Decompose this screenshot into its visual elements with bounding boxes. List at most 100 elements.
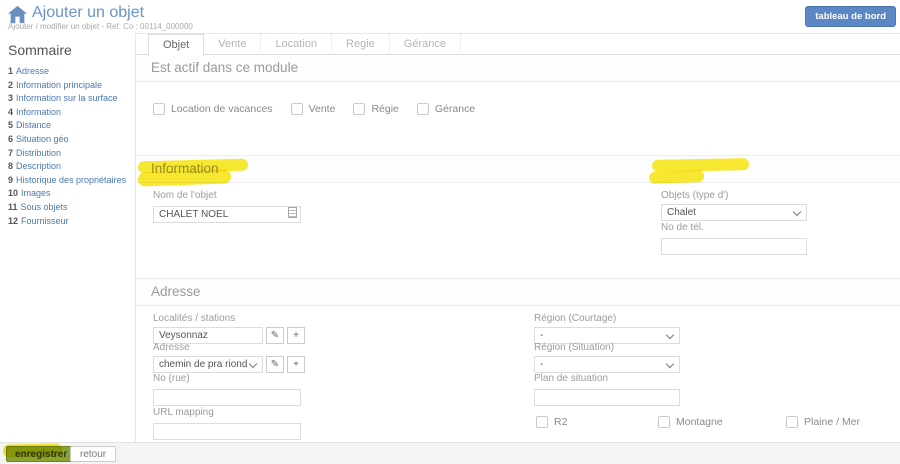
localites-label: Localités / stations: [153, 313, 305, 324]
item-number: 5: [8, 120, 13, 130]
sidebar-item-images[interactable]: 10Images: [8, 187, 130, 201]
url-mapping-input[interactable]: [153, 423, 301, 440]
nom-objet-label: Nom de l'objet: [153, 190, 301, 201]
item-number: 10: [8, 188, 18, 198]
checkbox-box[interactable]: [353, 103, 365, 115]
nom-objet-input[interactable]: [153, 206, 301, 223]
item-number: 1: [8, 66, 13, 76]
select-value: -: [540, 359, 543, 370]
chevron-down-icon: [666, 331, 674, 339]
item-number: 9: [8, 175, 13, 185]
text-addon-icon[interactable]: [288, 207, 297, 218]
chevron-down-icon: [666, 360, 674, 368]
section-title-information: Information: [136, 155, 900, 183]
sidebar-item-situation-geo[interactable]: 6Situation géo: [8, 133, 130, 147]
checkbox-vente[interactable]: Vente: [291, 103, 336, 115]
edit-adresse-button[interactable]: ✎: [266, 356, 284, 373]
content-panel: Objet Vente Location Regie Gérance Est a…: [135, 33, 900, 442]
sidebar-item-sous-objets[interactable]: 11Sous objets: [8, 201, 130, 215]
item-link[interactable]: Situation géo: [16, 134, 69, 144]
chevron-down-icon: [249, 360, 257, 368]
select-value: -: [540, 330, 543, 341]
sidebar-item-distance[interactable]: 5Distance: [8, 119, 130, 133]
checkbox-box[interactable]: [153, 103, 165, 115]
item-link[interactable]: Fournisseur: [21, 216, 69, 226]
pencil-icon: ✎: [271, 359, 279, 370]
no-rue-input[interactable]: [153, 389, 301, 406]
sidebar-item-description[interactable]: 8Description: [8, 160, 130, 174]
checkbox-gerance[interactable]: Gérance: [417, 103, 475, 115]
sidebar-item-fournisseur[interactable]: 12Fournisseur: [8, 215, 130, 229]
item-link[interactable]: Historique des propriétaires: [16, 175, 126, 185]
plan-situation-input[interactable]: [534, 389, 680, 406]
add-adresse-button[interactable]: +: [287, 356, 305, 373]
item-link[interactable]: Adresse: [16, 66, 49, 76]
sidebar-sommaire: Sommaire 1Adresse 2Information principal…: [8, 42, 130, 228]
no-rue-label: No (rue): [153, 373, 301, 384]
tel-input[interactable]: [661, 238, 807, 255]
item-number: 8: [8, 161, 13, 171]
type-objet-select[interactable]: Chalet: [661, 204, 807, 221]
adresse-label: Adresse: [153, 342, 305, 353]
save-button[interactable]: enregistrer: [6, 446, 76, 462]
sidebar-item-information[interactable]: 4Information: [8, 106, 130, 120]
checkbox-box[interactable]: [658, 416, 670, 428]
item-link[interactable]: Description: [16, 161, 61, 171]
chevron-down-icon: [793, 208, 801, 216]
app-header: Ajouter un objet Ajouter / modifier un o…: [0, 0, 900, 33]
sidebar-item-information-surface[interactable]: 3Information sur la surface: [8, 92, 130, 106]
page-title: Ajouter un objet: [32, 4, 144, 22]
tab-gerance[interactable]: Gérance: [390, 34, 461, 55]
checkbox-label: Plaine / Mer: [804, 416, 860, 428]
checkbox-montagne[interactable]: Montagne: [658, 416, 723, 428]
select-value: Chalet: [667, 207, 696, 218]
checkbox-label: Régie: [371, 103, 398, 115]
sidebar-item-information-principale[interactable]: 2Information principale: [8, 79, 130, 93]
back-button[interactable]: retour: [70, 446, 116, 462]
item-link[interactable]: Information sur la surface: [16, 93, 118, 103]
sidebar-item-distribution[interactable]: 7Distribution: [8, 147, 130, 161]
sidebar-title: Sommaire: [8, 42, 130, 58]
checkbox-r2[interactable]: R2: [536, 416, 567, 428]
tel-label: No de tél.: [661, 222, 807, 233]
item-number: 7: [8, 148, 13, 158]
plus-icon: +: [293, 330, 299, 341]
section-title-module: Est actif dans ce module: [136, 55, 900, 82]
sidebar-item-adresse[interactable]: 1Adresse: [8, 65, 130, 79]
tab-regie[interactable]: Regie: [332, 34, 390, 55]
checkbox-box[interactable]: [291, 103, 303, 115]
adresse-select[interactable]: chemin de pra riond: [153, 356, 263, 373]
plan-situation-label: Plan de situation: [534, 373, 680, 384]
item-link[interactable]: Distance: [16, 120, 51, 130]
item-link[interactable]: Images: [21, 188, 51, 198]
checkbox-box[interactable]: [417, 103, 429, 115]
section-adresse: Localités / stations ✎ + Adresse chemin …: [136, 306, 900, 459]
region-situation-select[interactable]: -: [534, 356, 680, 373]
tab-vente[interactable]: Vente: [204, 34, 261, 55]
item-number: 2: [8, 80, 13, 90]
checkbox-plaine-mer[interactable]: Plaine / Mer: [786, 416, 860, 428]
type-objet-label: Objets (type d'): [661, 190, 807, 201]
dashboard-button[interactable]: tableau de bord: [805, 6, 896, 27]
region-courtage-label: Région (Courtage): [534, 313, 680, 324]
item-link[interactable]: Sous objets: [21, 202, 68, 212]
plus-icon: +: [293, 359, 299, 370]
checkbox-location-de-vacances[interactable]: Location de vacances: [153, 103, 273, 115]
checkbox-label: Location de vacances: [171, 103, 273, 115]
checkbox-regie[interactable]: Régie: [353, 103, 398, 115]
region-situation-label: Région (Situation): [534, 342, 680, 353]
item-link[interactable]: Distribution: [16, 148, 61, 158]
checkbox-label: Gérance: [435, 103, 475, 115]
section-title-adresse: Adresse: [136, 278, 900, 306]
item-number: 11: [8, 202, 18, 212]
item-link[interactable]: Information principale: [16, 80, 102, 90]
item-link[interactable]: Information: [16, 107, 61, 117]
checkbox-box[interactable]: [536, 416, 548, 428]
footer-bar: enregistrer retour: [0, 442, 900, 464]
sidebar-item-historique-proprietaires[interactable]: 9Historique des propriétaires: [8, 174, 130, 188]
tab-objet[interactable]: Objet: [148, 34, 204, 56]
checkbox-box[interactable]: [786, 416, 798, 428]
select-value: chemin de pra riond: [159, 359, 247, 370]
tab-location[interactable]: Location: [261, 34, 332, 55]
section-information: Nom de l'objet Objets (type d') Chalet N…: [136, 183, 900, 278]
